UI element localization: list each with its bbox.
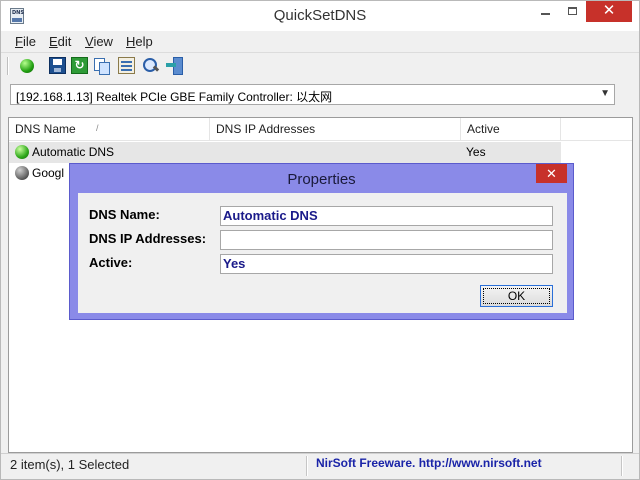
copy-icon[interactable] [93, 57, 110, 75]
properties-icon[interactable] [118, 57, 135, 74]
close-button[interactable]: ✕ [586, 1, 632, 22]
inactive-status-icon [15, 166, 29, 180]
row-dns-name: Automatic DNS [32, 145, 115, 159]
menu-bar: File Edit View Help [1, 31, 639, 51]
menu-file[interactable]: File [15, 34, 36, 49]
chevron-down-icon[interactable]: ▼ [600, 88, 610, 99]
sort-indicator-icon: / [96, 123, 99, 133]
title-bar[interactable]: DNS QuickSetDNS ✕ [1, 1, 639, 31]
status-divider [306, 456, 308, 476]
search-icon[interactable] [142, 57, 159, 74]
list-header: DNS Name / DNS IP Addresses Active [9, 118, 632, 141]
row-active: Yes [466, 145, 486, 159]
active-label: Active: [89, 255, 133, 270]
exit-icon[interactable] [166, 57, 183, 75]
menu-edit[interactable]: Edit [49, 34, 71, 49]
dns-ip-label: DNS IP Addresses: [89, 231, 207, 246]
maximize-button[interactable] [559, 1, 586, 22]
ok-button[interactable]: OK [480, 285, 553, 307]
toolbar-grip[interactable] [7, 57, 9, 75]
status-divider [621, 456, 623, 476]
status-item-count: 2 item(s), 1 Selected [10, 457, 130, 472]
menu-view[interactable]: View [85, 34, 113, 49]
main-window: DNS QuickSetDNS ✕ File Edit View Help ↻ … [0, 0, 640, 480]
dns-ip-field[interactable] [220, 230, 553, 250]
column-header-active[interactable]: Active [461, 118, 561, 141]
dns-name-label: DNS Name: [89, 207, 160, 222]
nirsoft-link[interactable]: NirSoft Freeware. http://www.nirsoft.net [316, 456, 542, 470]
refresh-icon[interactable]: ↻ [71, 57, 88, 74]
active-field[interactable]: Yes [220, 254, 553, 274]
active-status-icon [15, 145, 29, 159]
column-header-dns-ip[interactable]: DNS IP Addresses [210, 118, 461, 141]
maximize-icon [568, 7, 577, 15]
dialog-close-button[interactable]: ✕ [536, 164, 567, 183]
dialog-body: DNS Name: Automatic DNS DNS IP Addresses… [78, 193, 567, 313]
dns-name-field[interactable]: Automatic DNS [220, 206, 553, 226]
row-dns-name: Googl [32, 166, 65, 180]
floppy-disk-icon[interactable] [49, 57, 66, 74]
properties-dialog: Properties ✕ DNS Name: Automatic DNS DNS… [69, 163, 574, 320]
green-circle-icon[interactable] [20, 59, 34, 73]
network-adapter-select[interactable]: [192.168.1.13] Realtek PCIe GBE Family C… [10, 84, 615, 105]
minimize-button[interactable] [532, 1, 559, 22]
list-item[interactable]: Automatic DNS Yes [9, 142, 561, 163]
menu-help[interactable]: Help [126, 34, 153, 49]
minimize-icon [541, 13, 550, 15]
toolbar: ↻ [1, 52, 639, 79]
column-header-dns-name[interactable]: DNS Name / [9, 118, 210, 141]
adapter-selected-text: [192.168.1.13] Realtek PCIe GBE Family C… [16, 90, 333, 104]
dialog-title: Properties [287, 171, 356, 188]
status-bar: 2 item(s), 1 Selected NirSoft Freeware. … [1, 453, 639, 479]
